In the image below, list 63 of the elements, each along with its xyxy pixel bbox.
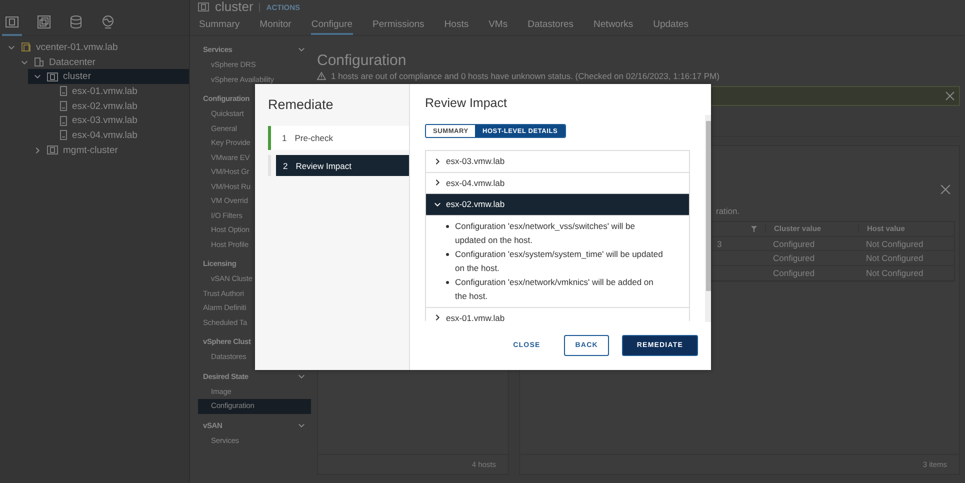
- table-cell-text: 3: [717, 238, 723, 249]
- wizard-step[interactable]: 1 Pre-check: [268, 126, 409, 150]
- tab[interactable]: Configure: [311, 14, 353, 35]
- object-title: cluster: [215, 1, 254, 13]
- tab[interactable]: Networks: [594, 14, 634, 35]
- server-icon: [60, 116, 67, 126]
- warning-icon: [317, 72, 326, 80]
- chevron-right-icon[interactable]: [434, 179, 441, 186]
- close-icon[interactable]: [945, 91, 955, 101]
- filter-icon[interactable]: [751, 226, 757, 232]
- tree-item[interactable]: esx-01.vmw.lab: [41, 84, 189, 99]
- server-icon: [60, 101, 67, 112]
- table-cell-text: Not Configured: [865, 268, 924, 278]
- tab[interactable]: Datastores: [528, 14, 574, 35]
- host-accordion-row[interactable]: esx-02.vmw.lab: [426, 194, 689, 216]
- bullet-icon: [446, 252, 449, 256]
- globe-icon: [101, 15, 115, 29]
- description-text: ration.: [716, 206, 740, 216]
- change-item: Configuration 'esx/network/vmknics' will be added on the host.: [455, 276, 654, 302]
- tree-item[interactable]: Datacenter: [15, 54, 189, 70]
- database-icon: [70, 15, 82, 29]
- tree-item[interactable]: esx-03.vmw.lab: [41, 113, 189, 128]
- chevron-down-icon[interactable]: [434, 200, 441, 208]
- bullet-icon: [446, 224, 449, 228]
- chevron-right-icon[interactable]: [434, 158, 441, 165]
- chevron-right-icon[interactable]: [434, 314, 441, 321]
- dialog-title: Remediate: [268, 97, 334, 112]
- cluster-icon: [47, 145, 58, 156]
- navigator-tab[interactable]: [2, 14, 22, 36]
- tree-item[interactable]: esx-04.vmw.lab: [41, 128, 189, 143]
- table-cell-text: Configured: [772, 238, 816, 249]
- tab[interactable]: Hosts: [444, 14, 469, 35]
- table-cell-text: Not Configured: [865, 238, 924, 249]
- tab[interactable]: Updates: [653, 14, 689, 35]
- compliance-warning: 1 hosts are out of compliance and 0 hosts have unknown status. (Checked on 02/16/2023, 1:16:17 PM): [331, 71, 720, 81]
- table-cell-text: Configured: [772, 268, 816, 278]
- host-accordion-row[interactable]: esx-04.vmw.lab: [426, 172, 689, 194]
- bullet-icon: [446, 280, 449, 284]
- tree-item[interactable]: cluster: [28, 69, 189, 84]
- step-heading: Review Impact: [425, 96, 508, 110]
- tree-item[interactable]: vcenter-01.vmw.lab: [2, 40, 189, 55]
- vcenter-icon: [21, 42, 31, 52]
- close-icon[interactable]: [940, 184, 951, 195]
- hosts-icon: [5, 15, 19, 29]
- change-item: Configuration 'esx/network_vss/switches' will be updated on the host.: [455, 220, 636, 246]
- server-icon: [60, 86, 67, 96]
- tree-item[interactable]: esx-02.vmw.lab: [41, 98, 189, 114]
- tree-item[interactable]: mgmt-cluster: [28, 142, 189, 158]
- tab[interactable]: Monitor: [260, 14, 292, 35]
- scrollbar[interactable]: [705, 115, 711, 322]
- tab[interactable]: Permissions: [372, 14, 424, 35]
- vm-icon: [37, 15, 51, 29]
- change-item: Configuration 'esx/system/system_time' will be updated on the host.: [455, 248, 664, 274]
- server-icon: [60, 130, 67, 140]
- cluster-icon: [47, 72, 58, 82]
- table-cell-text: Not Configured: [865, 253, 924, 264]
- tab[interactable]: Summary: [199, 14, 240, 35]
- wizard-step[interactable]: 2 Review Impact: [276, 155, 409, 176]
- cluster-icon: [198, 2, 209, 12]
- building-icon: [34, 57, 44, 68]
- page-title: Configuration: [317, 52, 408, 69]
- table-cell-text: Configured: [772, 253, 816, 264]
- tab[interactable]: VMs: [488, 14, 508, 35]
